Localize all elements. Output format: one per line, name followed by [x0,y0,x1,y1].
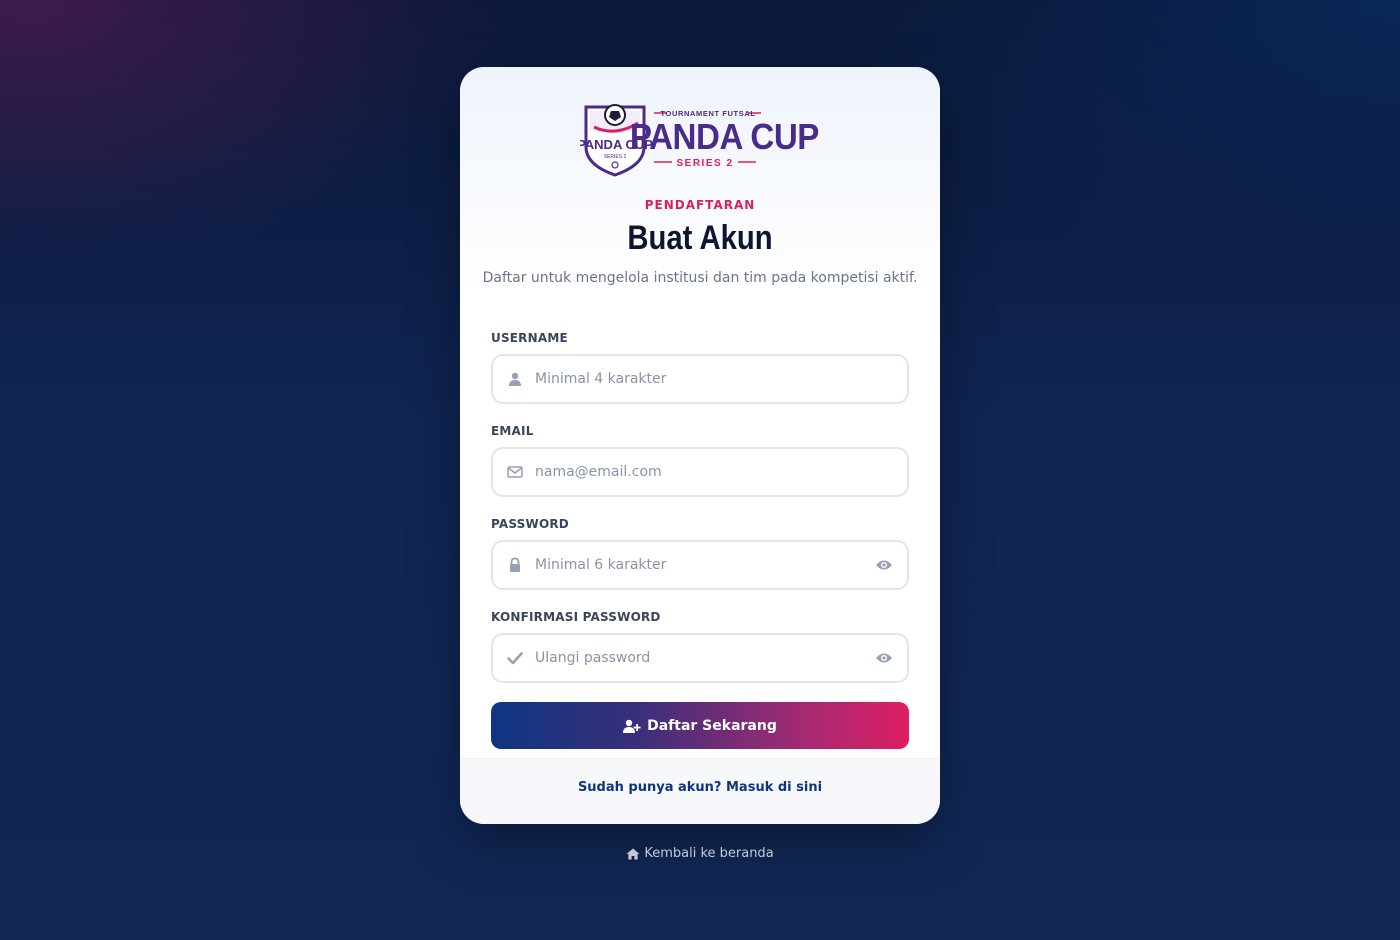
confirm-password-input[interactable] [535,635,855,681]
username-field[interactable] [491,354,909,404]
section-kicker: PENDAFTARAN [644,198,756,212]
page-title: Buat Akun [627,219,773,257]
page-subtitle: Daftar untuk mengelola institusi dan tim… [482,270,918,286]
card-footer: Sudah punya akun? Masuk di sini [460,758,940,824]
password-input[interactable] [535,542,855,588]
email-input[interactable] [535,449,855,495]
password-field[interactable] [491,540,909,590]
panda-cup-logo: PANDA CUP SERIES 2 TOURNAMENT FUTSAL PAN… [580,104,819,177]
email-label: EMAIL [491,424,534,438]
confirm-password-label: KONFIRMASI PASSWORD [491,610,661,624]
envelope-icon [507,466,523,478]
logo-series-text: SERIES 2 [676,158,733,169]
register-button[interactable]: Daftar Sekarang [491,702,909,749]
lock-icon [510,557,520,572]
email-field[interactable] [491,447,909,497]
eye-icon[interactable] [875,558,893,572]
user-plus-icon [623,719,641,733]
back-home-label: Kembali ke beranda [644,846,774,861]
eye-icon[interactable] [875,651,893,665]
check-icon [507,652,523,665]
login-link[interactable]: Sudah punya akun? Masuk di sini [460,780,940,795]
confirm-password-field[interactable] [491,633,909,683]
home-icon [626,848,640,859]
register-button-label: Daftar Sekarang [647,717,777,734]
user-icon [509,372,521,386]
logo-title-text: PANDA CUP [630,118,819,158]
password-label: PASSWORD [491,517,569,531]
register-card: PANDA CUP SERIES 2 TOURNAMENT FUTSAL PAN… [460,67,940,824]
back-home-link[interactable]: Kembali ke beranda [0,846,1400,861]
username-label: USERNAME [491,331,568,345]
svg-text:SERIES 2: SERIES 2 [604,154,627,160]
username-input[interactable] [535,356,855,402]
logo-top-text: TOURNAMENT FUTSAL [660,109,755,118]
